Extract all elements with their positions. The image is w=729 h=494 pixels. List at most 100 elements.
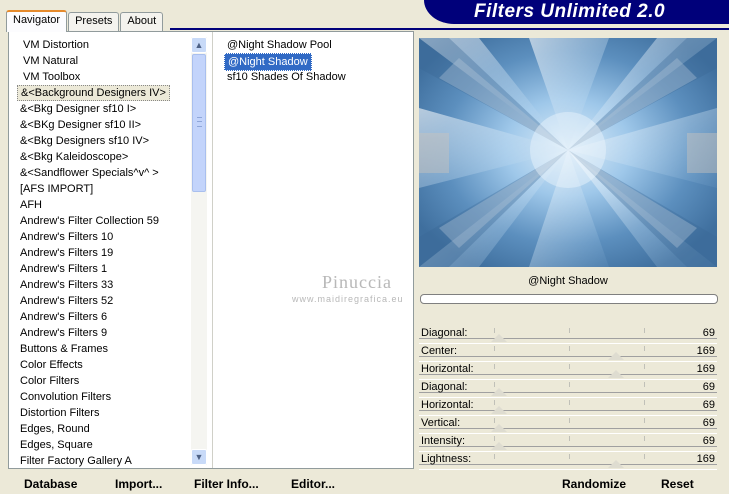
- slider-tick: [569, 328, 570, 333]
- slider-tick: [494, 328, 495, 333]
- parameter-value: 169: [696, 345, 715, 357]
- kaleidoscope-preview: [419, 38, 717, 267]
- category-item[interactable]: &<BKg Designer sf10 II>: [17, 117, 144, 133]
- parameter-label: Horizontal:: [421, 363, 474, 375]
- category-item[interactable]: Andrew's Filters 33: [17, 277, 116, 293]
- parameter-row: Diagonal: 69: [419, 379, 719, 398]
- slider-tick: [644, 400, 645, 405]
- reset-button[interactable]: Reset: [661, 477, 694, 491]
- slider-knob[interactable]: [491, 406, 508, 414]
- category-item[interactable]: Edges, Square: [17, 437, 96, 453]
- slider-knob[interactable]: [607, 352, 624, 360]
- tab-bar: Navigator Presets About: [6, 10, 164, 32]
- category-item[interactable]: &<Bkg Designers sf10 IV>: [17, 133, 152, 149]
- watermark-name: Pinuccia: [322, 272, 392, 292]
- slider-tick: [569, 400, 570, 405]
- tab-navigator[interactable]: Navigator: [6, 10, 68, 32]
- category-item[interactable]: VM Natural: [20, 53, 81, 69]
- category-item[interactable]: Edges, Round: [17, 421, 93, 437]
- parameter-row: Diagonal: 69: [419, 325, 719, 344]
- filter-item[interactable]: @Night Shadow Pool: [224, 37, 335, 53]
- parameter-row: Lightness: 169: [419, 451, 719, 470]
- filter-item[interactable]: sf10 Shades Of Shadow: [224, 69, 349, 85]
- tab-presets[interactable]: Presets: [68, 12, 120, 31]
- category-item[interactable]: Distortion Filters: [17, 405, 102, 421]
- parameter-value: 169: [696, 453, 715, 465]
- database-button[interactable]: Database: [24, 477, 77, 491]
- watermark-url: www.maidiregrafica.eu: [292, 294, 404, 304]
- slider-tick: [644, 346, 645, 351]
- parameter-label: Intensity:: [421, 435, 466, 447]
- category-item[interactable]: AFH: [17, 197, 45, 213]
- grip-icon: [197, 117, 202, 127]
- category-item[interactable]: &<Sandflower Specials^v^ >: [17, 165, 162, 181]
- category-item[interactable]: Andrew's Filter Collection 59: [17, 213, 162, 229]
- parameter-value: 69: [702, 399, 715, 411]
- app-title: Filters Unlimited 2.0: [474, 1, 666, 22]
- slider-tick: [644, 436, 645, 441]
- randomize-button[interactable]: Randomize: [562, 477, 626, 491]
- parameter-value: 69: [702, 435, 715, 447]
- category-item[interactable]: &<Background Designers IV>: [17, 85, 170, 101]
- slider-tick: [644, 328, 645, 333]
- category-item[interactable]: Andrew's Filters 9: [17, 325, 110, 341]
- slider-tick: [494, 400, 495, 405]
- category-item[interactable]: VM Distortion: [20, 37, 92, 53]
- slider-tick: [569, 382, 570, 387]
- parameter-label: Lightness:: [421, 453, 472, 465]
- progress-bar: [420, 294, 718, 304]
- slider-knob[interactable]: [491, 334, 508, 342]
- chevron-down-icon: ▼: [194, 452, 204, 462]
- category-item[interactable]: &<Bkg Designer sf10 I>: [17, 101, 139, 117]
- category-item[interactable]: Buttons & Frames: [17, 341, 111, 357]
- category-item[interactable]: Color Filters: [17, 373, 82, 389]
- chevron-up-icon: ▲: [194, 40, 204, 50]
- right-button-bar: Randomize Reset: [419, 470, 719, 494]
- list-divider: [212, 32, 213, 468]
- category-item[interactable]: Andrew's Filters 10: [17, 229, 116, 245]
- category-list[interactable]: VM Distortion VM Natural VM Toolbox &<Backg…: [9, 32, 191, 468]
- slider-knob[interactable]: [491, 424, 508, 432]
- category-item[interactable]: Filter Factory Gallery A: [17, 453, 135, 468]
- slider-knob[interactable]: [607, 370, 624, 378]
- editor-button[interactable]: Editor...: [291, 477, 335, 491]
- scroll-down-button[interactable]: ▼: [191, 449, 207, 465]
- parameter-row: Horizontal: 69: [419, 397, 719, 416]
- category-item[interactable]: Convolution Filters: [17, 389, 114, 405]
- parameter-value: 69: [702, 381, 715, 393]
- slider-tick: [644, 382, 645, 387]
- parameter-row: Vertical: 69: [419, 415, 719, 434]
- category-item[interactable]: Color Effects: [17, 357, 86, 373]
- slider-tick: [494, 418, 495, 423]
- category-item[interactable]: Andrew's Filters 52: [17, 293, 116, 309]
- category-item[interactable]: &<Bkg Kaleidoscope>: [17, 149, 131, 165]
- navigator-panel: VM Distortion VM Natural VM Toolbox &<Backg…: [8, 31, 414, 469]
- scroll-thumb[interactable]: [192, 54, 206, 192]
- parameter-label: Diagonal:: [421, 381, 468, 393]
- scroll-up-button[interactable]: ▲: [191, 37, 207, 53]
- parameter-label: Diagonal:: [421, 327, 468, 339]
- category-scrollbar[interactable]: ▲ ▼: [191, 37, 207, 465]
- slider-knob[interactable]: [491, 388, 508, 396]
- tab-about[interactable]: About: [120, 12, 164, 31]
- slider-tick: [569, 418, 570, 423]
- category-item[interactable]: Andrew's Filters 6: [17, 309, 110, 325]
- banner-underline: [170, 28, 729, 30]
- slider-knob[interactable]: [607, 460, 624, 468]
- parameter-label: Horizontal:: [421, 399, 474, 411]
- title-banner: Filters Unlimited 2.0: [424, 0, 729, 24]
- parameter-label: Vertical:: [421, 417, 461, 429]
- category-item[interactable]: [AFS IMPORT]: [17, 181, 96, 197]
- import-button[interactable]: Import...: [115, 477, 162, 491]
- category-item[interactable]: VM Toolbox: [20, 69, 83, 85]
- bottom-button-bar: Database Import... Filter Info... Editor…: [8, 470, 412, 494]
- category-item[interactable]: Andrew's Filters 19: [17, 245, 116, 261]
- slider-tick: [644, 364, 645, 369]
- category-item[interactable]: Andrew's Filters 1: [17, 261, 110, 277]
- parameter-label: Center:: [421, 345, 458, 357]
- parameter-value: 69: [702, 417, 715, 429]
- slider-knob[interactable]: [491, 442, 508, 450]
- parameter-row: Intensity: 69: [419, 433, 719, 452]
- filter-info-button[interactable]: Filter Info...: [194, 477, 259, 491]
- parameter-row: Center: 169: [419, 343, 719, 362]
